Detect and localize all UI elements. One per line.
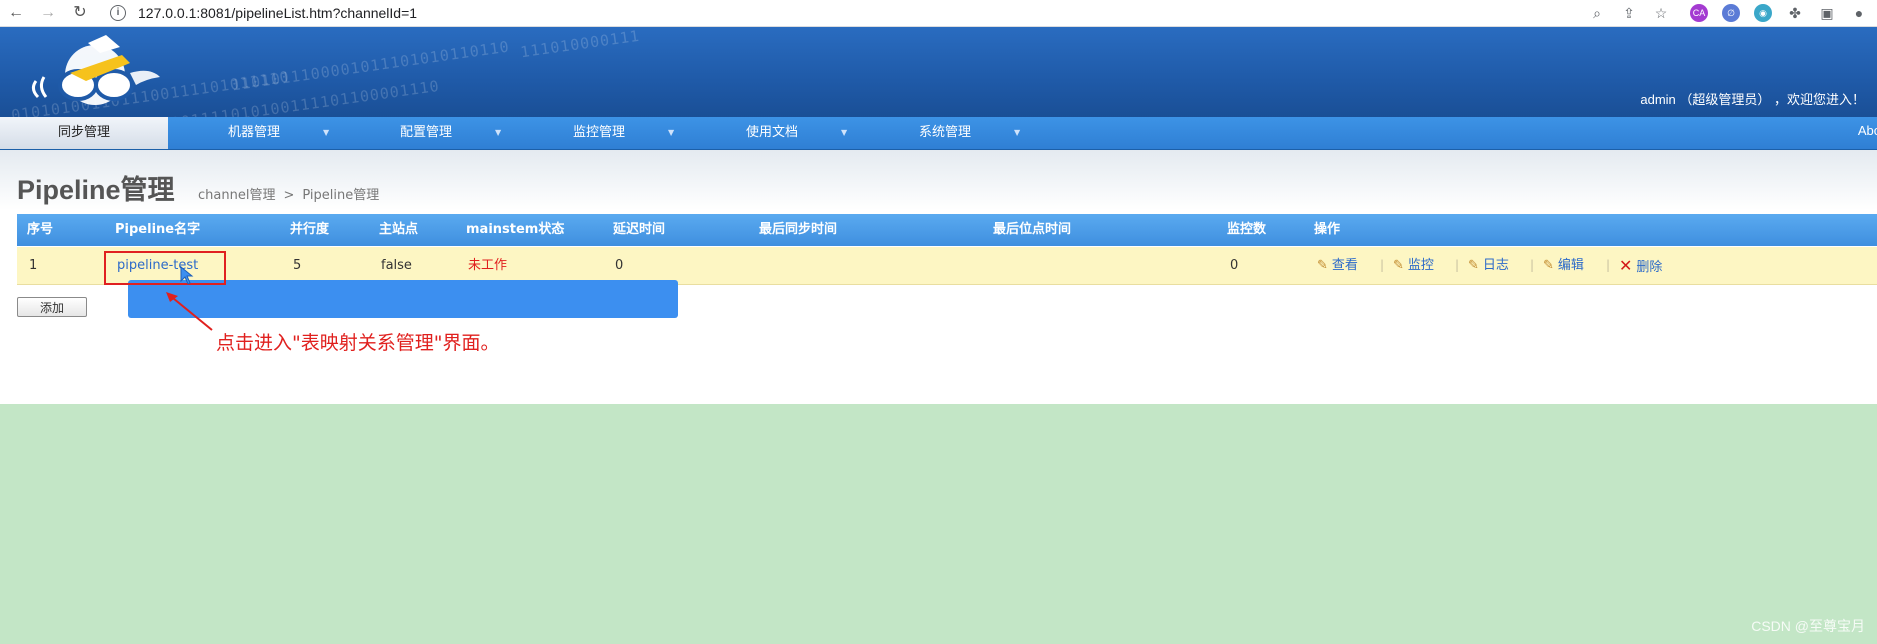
extension-script-icon[interactable]: ∅ — [1722, 4, 1740, 22]
column-header: 最后同步时间 — [759, 222, 838, 237]
cell-monitor-count: 0 — [1230, 258, 1239, 273]
mouse-cursor-icon — [180, 266, 194, 285]
extension-circle-icon[interactable]: ◉ — [1754, 4, 1772, 22]
action-label: 监控 — [1407, 258, 1434, 273]
breadcrumb: channel管理 > Pipeline管理 — [198, 184, 379, 203]
menu-item-label: 使用文档 — [746, 125, 799, 140]
welcome-text: admin （超级管理员） ，欢迎您进入！ — [1640, 92, 1865, 107]
delete-x-icon: ✕ — [1619, 256, 1633, 275]
reload-icon[interactable]: ↻ — [70, 3, 90, 23]
menu-item-label: 机器管理 — [228, 125, 281, 140]
action-divider: | — [1606, 258, 1611, 272]
cell-parallelism: 5 — [293, 258, 302, 273]
zoom-icon[interactable]: ⌕ — [1588, 4, 1606, 22]
action-divider: | — [1455, 258, 1460, 272]
column-header: 操作 — [1314, 222, 1341, 237]
address-bar[interactable]: i 127.0.0.1:8081/pipelineList.htm?channe… — [106, 2, 1646, 24]
menu-item-config[interactable]: 配置管理 ▼ — [400, 117, 501, 149]
about-link[interactable]: Abo — [1858, 123, 1877, 138]
action-label: 日志 — [1482, 258, 1509, 273]
pencil-icon: ✎ — [1468, 258, 1479, 273]
forward-icon[interactable]: → — [38, 3, 58, 23]
watermark: CSDN @至尊宝月 — [1751, 618, 1865, 634]
action-label: 编辑 — [1557, 258, 1584, 273]
add-button[interactable]: 添加 — [17, 297, 87, 317]
cell-index: 1 — [29, 258, 38, 273]
column-header: 延迟时间 — [613, 222, 666, 237]
column-header: 并行度 — [290, 222, 330, 237]
monitor-action[interactable]: ✎ 监控 — [1393, 247, 1434, 284]
bookmark-star-icon[interactable]: ☆ — [1652, 4, 1670, 22]
main-content: Pipeline管理 channel管理 > Pipeline管理 序号 Pipel… — [0, 150, 1877, 404]
site-info-icon[interactable]: i — [110, 5, 126, 21]
binary-decoration: 111010000111 — [519, 27, 642, 62]
dropdown-arrow-icon: ▼ — [1014, 128, 1021, 137]
action-divider: | — [1380, 258, 1385, 272]
column-header: 监控数 — [1227, 222, 1267, 237]
pencil-icon: ✎ — [1393, 258, 1404, 273]
dropdown-arrow-icon: ▼ — [323, 128, 330, 137]
extension-ca-icon[interactable]: CA — [1690, 4, 1708, 22]
extensions-puzzle-icon[interactable]: ✤ — [1786, 4, 1804, 22]
menu-item-label: 监控管理 — [573, 125, 626, 140]
log-action[interactable]: ✎ 日志 — [1468, 247, 1509, 284]
url-text[interactable]: 127.0.0.1:8081/pipelineList.htm?channelI… — [138, 5, 417, 21]
menu-item-label: 配置管理 — [400, 125, 453, 140]
menu-item-monitor[interactable]: 监控管理 ▼ — [573, 117, 674, 149]
breadcrumb-channel[interactable]: channel管理 — [198, 188, 275, 203]
column-header: 主站点 — [379, 222, 419, 237]
annotation-text: 点击进入"表映射关系管理"界面。 — [216, 332, 500, 354]
view-action[interactable]: ✎ 查看 — [1317, 247, 1358, 284]
dropdown-arrow-icon: ▼ — [841, 128, 848, 137]
dropdown-arrow-icon: ▼ — [495, 128, 502, 137]
profile-icon[interactable]: ● — [1850, 4, 1868, 22]
main-menu: 同步管理 机器管理 ▼ 配置管理 ▼ 监控管理 ▼ 使用文档 ▼ 系统管理 ▼ … — [0, 117, 1877, 150]
menu-item-sync[interactable]: 同步管理 — [0, 117, 168, 149]
logo-icon — [31, 35, 160, 105]
dropdown-arrow-icon: ▼ — [668, 128, 675, 137]
action-label: 删除 — [1636, 260, 1663, 275]
annotation-arrow-icon — [166, 292, 213, 331]
delete-action[interactable]: ✕ 删除 — [1619, 247, 1662, 284]
edit-action[interactable]: ✎ 编辑 — [1543, 247, 1584, 284]
cell-mainstem-status: 未工作 — [468, 258, 508, 273]
cell-main-site: false — [381, 258, 412, 273]
browser-toolbar: ← → ↻ i 127.0.0.1:8081/pipelineList.htm?… — [0, 0, 1877, 27]
menu-item-machine[interactable]: 机器管理 ▼ — [228, 117, 329, 149]
breadcrumb-separator: > — [283, 188, 295, 203]
menu-item-system[interactable]: 系统管理 ▼ — [919, 117, 1020, 149]
breadcrumb-current: Pipeline管理 — [302, 188, 380, 203]
back-icon[interactable]: ← — [6, 3, 26, 23]
column-header: mainstem状态 — [466, 222, 565, 237]
pencil-icon: ✎ — [1317, 258, 1328, 273]
share-icon[interactable]: ⇪ — [1620, 4, 1638, 22]
action-divider: | — [1530, 258, 1535, 272]
page-title: Pipeline管理 — [17, 175, 175, 205]
action-label: 查看 — [1331, 258, 1358, 273]
sidepanel-icon[interactable]: ▣ — [1818, 4, 1836, 22]
pencil-icon: ✎ — [1543, 258, 1554, 273]
cell-delay: 0 — [615, 258, 624, 273]
site-header: 0101010011011100111101011110 11010111000… — [0, 27, 1877, 117]
table-header: 序号 Pipeline名字 并行度 主站点 mainstem状态 延迟时间 最后… — [17, 214, 1877, 246]
menu-item-label: 系统管理 — [919, 125, 972, 140]
menu-item-docs[interactable]: 使用文档 ▼ — [746, 117, 847, 149]
column-header: 最后位点时间 — [993, 222, 1072, 237]
column-header: 序号 — [27, 222, 54, 237]
menu-item-label: 同步管理 — [57, 125, 110, 140]
highlight-box — [104, 251, 226, 285]
column-header: Pipeline名字 — [115, 222, 201, 237]
